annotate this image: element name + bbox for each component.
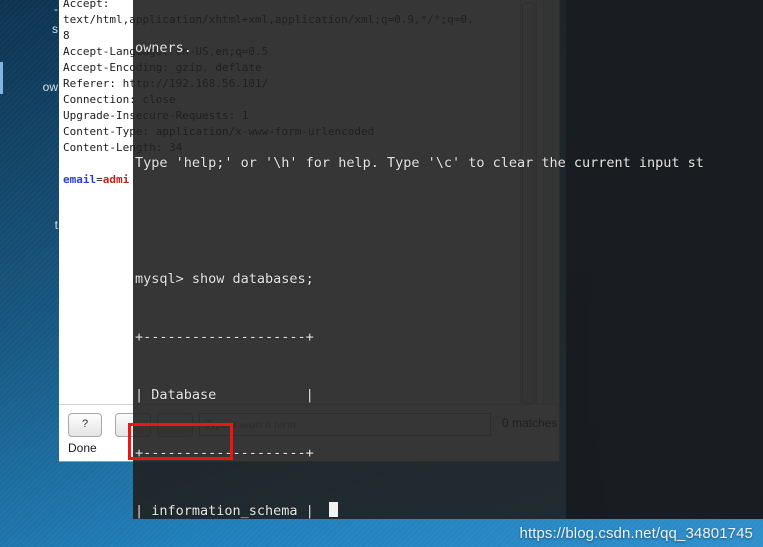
- terminal-cursor: [329, 502, 338, 517]
- terminal-line: +--------------------+: [135, 329, 314, 346]
- terminal-line: mysql> show databases;: [135, 271, 314, 288]
- desktop-accent-bar: [0, 62, 3, 94]
- screenshot-root: - s ow t Accept: text/html,application/x…: [0, 0, 763, 547]
- help-button[interactable]: ?: [68, 413, 102, 437]
- request-line-2: 8: [63, 29, 70, 42]
- desktop-fragment-1: -: [54, 2, 58, 16]
- request-param-value: admi: [102, 173, 130, 186]
- request-param-key: email: [63, 173, 97, 186]
- annotation-red-box: [128, 423, 233, 460]
- terminal-line: owners.: [135, 39, 192, 56]
- terminal-line: Type 'help;' or '\h' for help. Type '\c'…: [135, 155, 704, 172]
- desktop-left-text-fragments: - s ow t: [0, 0, 60, 547]
- terminal-line: | Database |: [135, 386, 314, 403]
- desktop-fragment-3: ow: [42, 80, 58, 94]
- csdn-watermark: https://blog.csdn.net/qq_34801745: [519, 525, 753, 542]
- desktop-fragment-5: t: [54, 218, 58, 232]
- request-param-equals: =: [96, 173, 103, 186]
- done-button[interactable]: Done: [68, 441, 97, 455]
- terminal-line: | information_schema |: [135, 502, 314, 519]
- request-line-0: Accept:: [63, 0, 110, 10]
- desktop-fragment-2: s: [52, 22, 58, 36]
